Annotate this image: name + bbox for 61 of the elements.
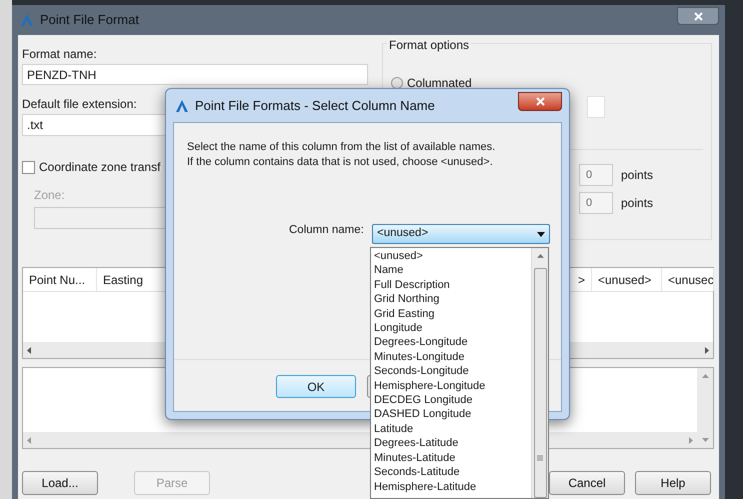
app-logo-icon — [175, 98, 189, 112]
dropdown-option[interactable]: Grid Northing — [374, 292, 440, 307]
window-title: Point File Format — [40, 11, 139, 30]
instruction-text: Select the name of this column from the list of available names. — [187, 140, 496, 155]
dialog-action-button[interactable]: Cancel — [549, 471, 625, 495]
close-button[interactable] — [518, 92, 562, 111]
dropdown-option[interactable]: Minutes-Longitude — [374, 350, 465, 364]
dropdown-option[interactable]: Hemisphere-Longitude — [374, 378, 486, 394]
dropdown-option[interactable]: DECDEG Longitude — [374, 393, 472, 408]
column-header[interactable]: <unused> — [592, 268, 662, 291]
ok-button[interactable]: OK — [276, 375, 356, 398]
instruction-text: If the column contains data that is not used, choose <unused>. — [187, 155, 494, 170]
close-icon — [536, 97, 544, 106]
dialog-action-button[interactable]: Load... — [22, 471, 98, 495]
checkbox[interactable] — [22, 160, 35, 174]
scroll-left-icon — [27, 436, 31, 444]
column-header[interactable]: <unusec — [662, 268, 714, 291]
dropdown-option[interactable]: Minutes-Latitude — [374, 450, 456, 466]
format-name-field[interactable]: PENZD-TNH — [22, 64, 368, 85]
points-field[interactable]: 0 — [579, 192, 613, 214]
dropdown-option[interactable]: Longitude — [374, 321, 422, 336]
dropdown-option[interactable]: Seconds-Latitude — [374, 465, 460, 480]
zone-label: Zone: — [34, 187, 65, 204]
dropdown-option[interactable]: Seconds-Longitude — [374, 364, 469, 379]
scroll-down-icon — [702, 438, 708, 442]
scroll-left-icon — [27, 346, 31, 354]
radio-label: Columnated — [407, 75, 472, 92]
scrollbar-thumb[interactable] — [534, 268, 546, 498]
points-field[interactable]: 0 — [579, 164, 613, 186]
dropdown-option[interactable]: Full Description — [374, 278, 450, 292]
grip-icon — [537, 454, 543, 461]
points-label: points — [621, 167, 654, 184]
dropdown-option[interactable]: Degrees-Latitude — [374, 436, 458, 451]
radio-button[interactable] — [391, 77, 403, 89]
dropdown-option[interactable]: Latitude — [374, 422, 414, 436]
close-button[interactable] — [677, 7, 719, 25]
checkbox-label: Coordinate zone transf — [39, 159, 160, 176]
column-header[interactable]: Point Nu... — [23, 268, 97, 291]
dropdown-option[interactable]: Degrees-Longitude — [374, 335, 468, 350]
vertical-scrollbar[interactable] — [531, 248, 548, 498]
dropdown-option[interactable]: <unused> — [374, 249, 423, 264]
dialog-title: Point File Formats - Select Column Name — [195, 96, 435, 115]
scroll-up-icon — [702, 374, 708, 378]
dropdown-option[interactable]: DASHED Longitude — [374, 407, 472, 422]
scroll-right-icon — [689, 436, 693, 444]
format-name-label: Format name: — [22, 46, 97, 61]
dialog-action-button[interactable]: Help — [635, 471, 711, 495]
column-name-label: Column name: — [289, 223, 364, 238]
dropdown-option[interactable]: Name — [374, 263, 404, 278]
close-icon — [694, 12, 702, 20]
dropdown-option[interactable]: Hemisphere-Latitude — [374, 480, 476, 494]
default-extension-label: Default file extension: — [22, 96, 137, 111]
option-field[interactable] — [587, 96, 605, 118]
dropdown-option[interactable]: Grid Easting — [374, 306, 435, 322]
vertical-scrollbar[interactable] — [697, 368, 713, 448]
scroll-up-icon — [536, 254, 544, 258]
column-name-dropdown[interactable]: <unused> — [372, 224, 550, 244]
points-label: points — [621, 195, 654, 212]
scroll-right-icon — [705, 346, 709, 354]
dropdown-caret-icon — [537, 232, 545, 236]
app-logo-icon — [20, 13, 34, 27]
